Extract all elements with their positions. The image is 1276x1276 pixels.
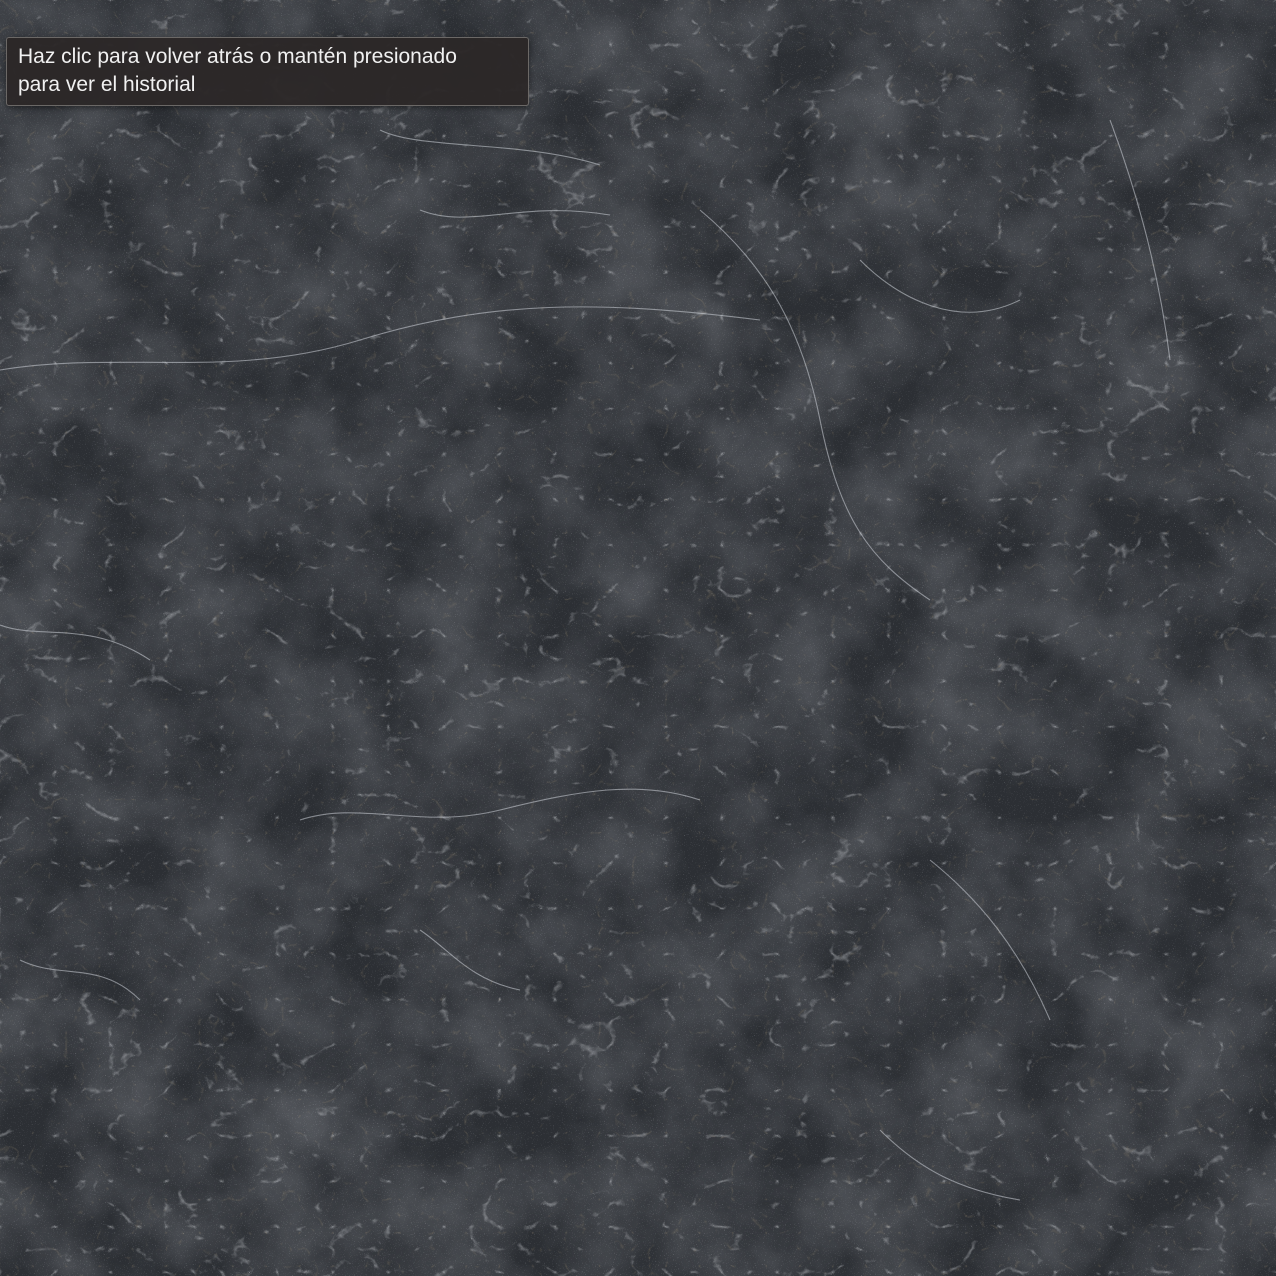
tooltip-line-1: Haz clic para volver atrás o mantén pres… <box>18 45 457 68</box>
page: Haz clic para volver atrás o mantén pres… <box>0 0 1276 1276</box>
tooltip-line-2: para ver el historial <box>18 73 196 96</box>
back-button-tooltip: Haz clic para volver atrás o mantén pres… <box>6 37 529 106</box>
marble-texture-background <box>0 0 1276 1276</box>
